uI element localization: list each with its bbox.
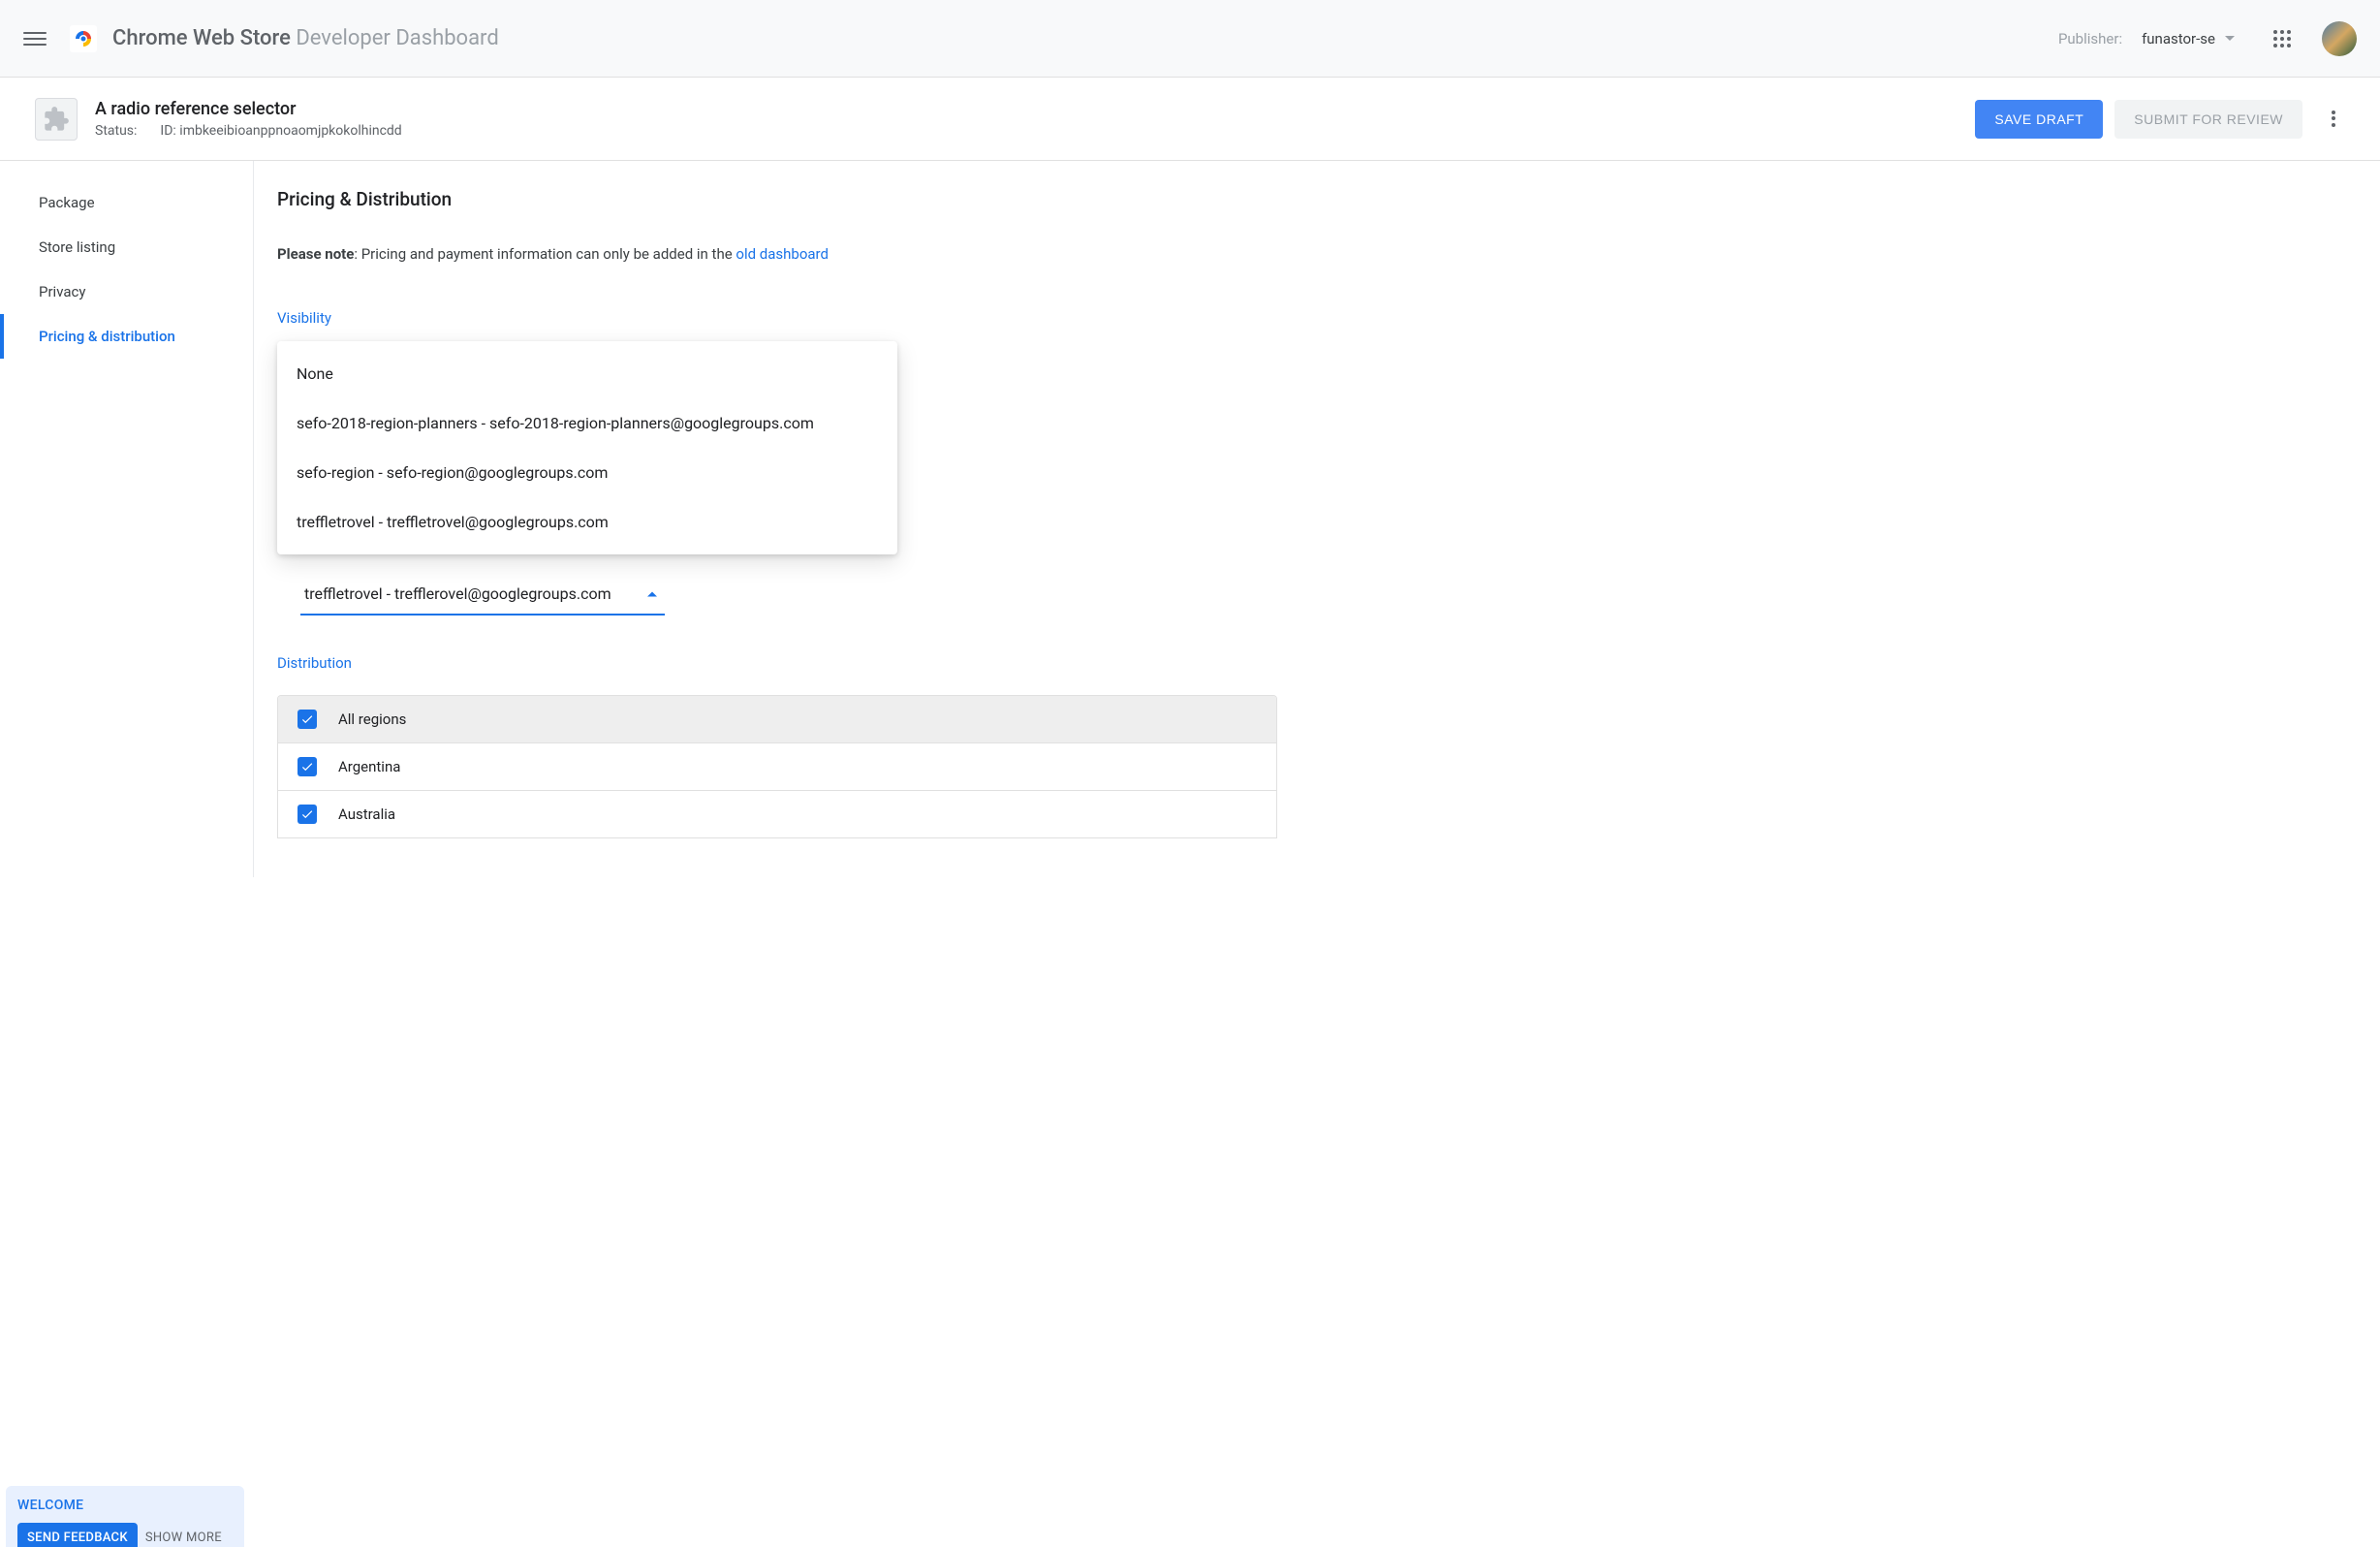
select-value: treffletrovel - trefflerovel@googlegroup…: [304, 584, 611, 603]
dist-label: Australia: [338, 805, 395, 823]
status-label: Status:: [95, 123, 137, 139]
sidebar-item-pricing[interactable]: Pricing & distribution: [0, 314, 253, 359]
publisher-label: Publisher:: [2058, 30, 2122, 47]
publisher-dropdown[interactable]: funastor-se: [2142, 30, 2235, 47]
dist-row-argentina[interactable]: Argentina: [278, 743, 1276, 791]
app-title-sub: Developer Dashboard: [296, 26, 498, 50]
arrow-up-icon: [647, 592, 657, 597]
top-header: Chrome Web Store Developer Dashboard Pub…: [0, 0, 2380, 78]
menu-icon[interactable]: [23, 27, 47, 50]
item-title: A radio reference selector: [95, 99, 1963, 119]
show-more-button[interactable]: SHOW MORE: [145, 1531, 222, 1547]
chrome-webstore-logo: [70, 25, 97, 52]
item-info: A radio reference selector Status: ID: i…: [95, 99, 1963, 139]
checkbox-checked-icon[interactable]: [298, 710, 317, 729]
user-avatar[interactable]: [2322, 21, 2357, 56]
id-field: ID: imbkeeibioanppnoaomjpkokolhincdd: [160, 123, 401, 139]
group-dropdown-menu: None sefo-2018-region-planners - sefo-20…: [277, 341, 897, 554]
distribution-table: All regions Argentina Australia: [277, 695, 1277, 838]
dist-label: Argentina: [338, 758, 400, 775]
more-menu-icon[interactable]: [2322, 108, 2345, 131]
group-select-field[interactable]: treffletrovel - trefflerovel@googlegroup…: [300, 575, 665, 616]
page-title: Pricing & Distribution: [277, 188, 1300, 210]
main-content: Pricing & Distribution Please note: Pric…: [254, 161, 1300, 877]
dist-row-all[interactable]: All regions: [278, 696, 1276, 743]
app-title-main: Chrome Web Store: [112, 26, 291, 50]
checkbox-checked-icon[interactable]: [298, 805, 317, 824]
publisher-value: funastor-se: [2142, 30, 2215, 47]
old-dashboard-link[interactable]: old dashboard: [736, 245, 829, 263]
dropdown-option-none[interactable]: None: [277, 349, 897, 398]
dist-row-australia[interactable]: Australia: [278, 791, 1276, 837]
app-title: Chrome Web Store Developer Dashboard: [112, 26, 499, 50]
item-meta: Status: ID: imbkeeibioanppnoaomjpkokolhi…: [95, 123, 1963, 139]
submit-review-button[interactable]: SUBMIT FOR REVIEW: [2114, 100, 2302, 139]
sidebar-item-package[interactable]: Package: [0, 180, 253, 225]
pricing-note: Please note: Pricing and payment informa…: [277, 245, 1300, 263]
dropdown-option-region[interactable]: sefo-region - sefo-region@googlegroups.c…: [277, 448, 897, 497]
dist-label: All regions: [338, 710, 406, 728]
save-draft-button[interactable]: SAVE DRAFT: [1975, 100, 2103, 139]
sidebar-item-store-listing[interactable]: Store listing: [0, 225, 253, 269]
caret-down-icon: [2225, 36, 2235, 41]
distribution-section-label: Distribution: [277, 654, 1300, 672]
sidebar-item-privacy[interactable]: Privacy: [0, 269, 253, 314]
checkbox-checked-icon[interactable]: [298, 757, 317, 776]
google-apps-icon[interactable]: [2273, 30, 2291, 47]
extension-icon: [35, 98, 78, 141]
send-feedback-button[interactable]: SEND FEEDBACK: [17, 1523, 138, 1547]
sidebar: Package Store listing Privacy Pricing & …: [0, 161, 254, 877]
visibility-section-label: Visibility: [277, 309, 1300, 327]
welcome-title: WELCOME: [17, 1498, 233, 1513]
item-header: A radio reference selector Status: ID: i…: [0, 78, 2380, 161]
welcome-widget: WELCOME SEND FEEDBACK SHOW MORE: [6, 1486, 244, 1547]
dropdown-option-planners[interactable]: sefo-2018-region-planners - sefo-2018-re…: [277, 398, 897, 448]
dropdown-option-treffletrovel[interactable]: treffletrovel - treffletrovel@googlegrou…: [277, 497, 897, 547]
